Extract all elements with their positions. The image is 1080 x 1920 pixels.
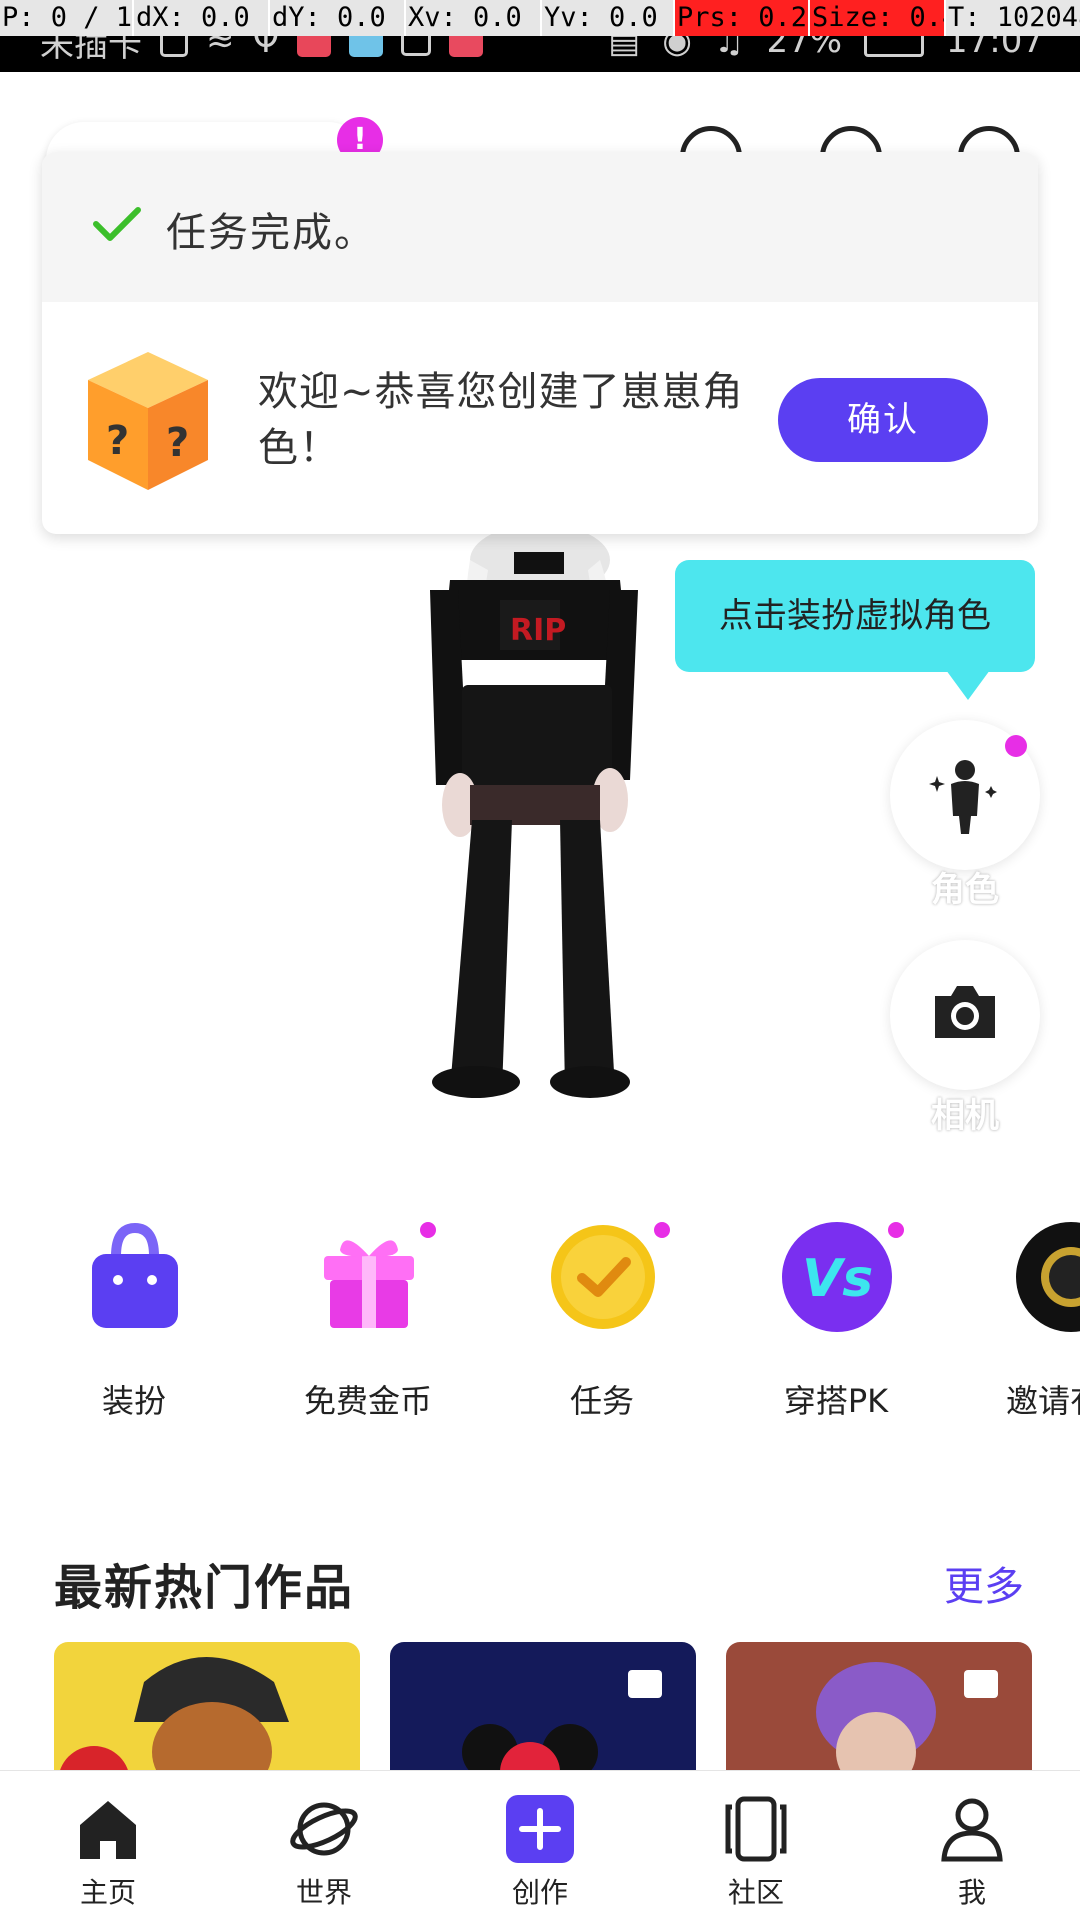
invite-icon [1016,1222,1080,1332]
gift-icon [324,1240,414,1328]
tasks-notification-dot [654,1222,670,1238]
quick-outfit-pk[interactable]: Vs 穿搭PK [736,1222,936,1422]
task-complete-text: 任务完成。 [166,210,376,256]
work-thumbnail [816,1662,998,1782]
shopping-bag-icon [92,1222,178,1328]
quick-free-coins[interactable]: 免费金币 [268,1222,468,1422]
planet-icon [290,1802,358,1856]
quick-invite[interactable]: 邀请有 [970,1222,1080,1422]
status-bar: 未插卡 ≈ Ψ ▤ ◉ ♫ 27% 17:07 P: 0 / 1 dX: 0.0… [0,0,1080,72]
check-icon [93,207,141,241]
nav-community[interactable]: 社区 [676,1771,836,1920]
bottom-navigation: 主页 世界 创作 社区 我 [0,1770,1080,1920]
nav-home[interactable]: 主页 [28,1771,188,1920]
task-complete-banner: 任务完成。 [42,152,1038,302]
free-coins-notification-dot [420,1222,436,1238]
mystery-box-icon: ? ? [88,352,208,490]
nav-world[interactable]: 世界 [244,1771,404,1920]
quick-invite-label: 邀请有 [1006,1382,1080,1420]
task-complete-dialog: 任务完成。 ? ? 欢迎~恭喜您创建了崽崽角色！ 确认 [42,152,1038,534]
debug-xv: Xv: 0.0 [406,0,542,36]
task-check-icon [551,1225,655,1329]
profile-icon [941,1798,1003,1862]
work-thumbnail [58,1657,289,1782]
nav-home-label: 主页 [79,1876,136,1909]
create-plus-icon [506,1795,574,1863]
vs-icon: Vs [782,1222,892,1332]
svg-text:RIP: RIP [510,613,566,648]
nav-me-label: 我 [957,1876,986,1909]
debug-pointer: P: 0 / 1 [0,0,134,36]
avatar-character[interactable]: RIP [410,530,660,1100]
work-card[interactable] [726,1642,1032,1782]
work-thumbnail [462,1670,662,1782]
quick-tasks-label: 任务 [569,1382,634,1420]
character-label: 角色 [931,870,999,910]
debug-pressure: Prs: 0.20 [675,0,810,36]
camera-button[interactable] [890,940,1040,1090]
welcome-message: 欢迎~恭喜您创建了崽崽角色！ [258,369,744,471]
quick-tasks[interactable]: 任务 [502,1222,702,1422]
debug-size: Size: 0.40 [810,0,946,36]
debug-time: T: 102048 [946,0,1080,36]
nav-create-label: 创作 [511,1876,568,1909]
dress-up-tooltip[interactable]: 点击装扮虚拟角色 [675,560,1035,672]
quick-dress-up-label: 装扮 [101,1382,166,1420]
nav-community-label: 社区 [727,1876,784,1909]
nav-create[interactable]: 创作 [460,1771,620,1920]
svg-text:Vs: Vs [802,1249,873,1309]
character-icon [929,760,997,834]
quick-outfit-pk-label: 穿搭PK [783,1382,889,1420]
quick-dress-up[interactable]: 装扮 [34,1222,234,1422]
debug-yv: Yv: 0.0 [542,0,675,36]
hot-works-title: 最新热门作品 [54,1560,355,1616]
nav-world-label: 世界 [295,1876,352,1909]
tooltip-tail [946,670,990,700]
svg-text:?: ? [166,420,189,466]
debug-dx: dX: 0.0 [134,0,270,36]
outfit-pk-notification-dot [888,1222,904,1238]
svg-text:?: ? [106,418,129,464]
work-card[interactable] [390,1642,696,1782]
nav-me[interactable]: 我 [892,1771,1052,1920]
debug-overlay: P: 0 / 1 dX: 0.0 dY: 0.0 Xv: 0.0 Yv: 0.0… [0,0,1080,36]
camera-icon [935,986,995,1038]
work-card[interactable] [54,1642,360,1782]
character-notification-dot [1005,735,1027,757]
community-cards-icon [725,1796,787,1862]
confirm-button[interactable]: 确认 [778,378,988,462]
quick-free-coins-label: 免费金币 [303,1382,432,1420]
camera-label: 相机 [931,1096,999,1136]
hot-works-more-link[interactable]: 更多 [944,1554,1024,1612]
home-icon [80,1801,136,1859]
debug-dy: dY: 0.0 [270,0,406,36]
